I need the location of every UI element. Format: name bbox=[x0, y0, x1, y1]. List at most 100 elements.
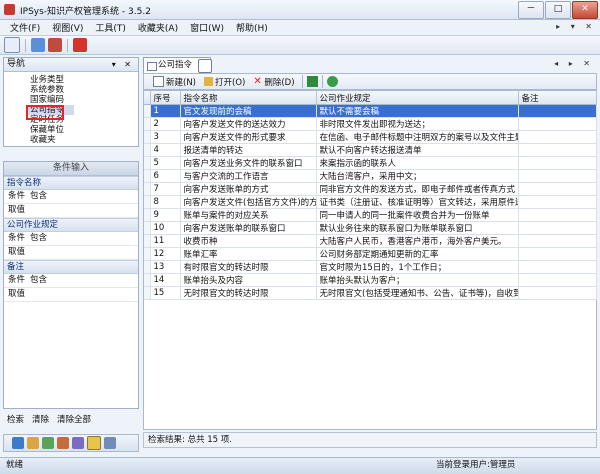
cell-no: 2 bbox=[150, 117, 181, 131]
cell-rule: 公司财务部定期通知更新的汇率 bbox=[316, 247, 519, 261]
module-case-icon[interactable] bbox=[12, 437, 24, 449]
nav-item-country-codes[interactable]: 国家编码 bbox=[30, 95, 138, 105]
cell-no: 7 bbox=[150, 182, 181, 196]
nav-item-favorites[interactable]: 收藏夹 bbox=[30, 135, 138, 145]
cell-note bbox=[518, 260, 597, 274]
condition-group-rule[interactable]: 公司作业规定 bbox=[4, 218, 138, 232]
table-row[interactable]: 10 向客户发送账单的联系窗口 默认业务往来的联系窗口为账单联系窗口 bbox=[144, 221, 597, 235]
module-more-icon[interactable] bbox=[104, 437, 116, 449]
condition-operator-select[interactable]: 包含 bbox=[30, 232, 138, 245]
clear-button[interactable]: 清除 bbox=[32, 413, 49, 425]
status-bar: 就绪 当前登录用户:管理员 bbox=[0, 457, 600, 474]
search-icon[interactable] bbox=[4, 37, 20, 53]
cell-rule: 同非官方文件的发送方式，即电子邮件或者传真方式 bbox=[316, 182, 519, 196]
toolbar-separator bbox=[301, 75, 303, 88]
cell-name: 向客户发送文件的形式要求 bbox=[180, 130, 317, 144]
instructions-table: 序号 指令名称 公司作业规定 备注 1 官文发现前的会稿 默认不需要会稿 2 向客户发送… bbox=[144, 91, 597, 300]
table-row[interactable]: 6 与客户交流的工作语言 大陆台湾客户，采用中文； bbox=[144, 169, 597, 183]
nav-panel-pin-close[interactable]: ▾ ✕ bbox=[112, 58, 134, 71]
delete-button[interactable]: ✕ 删除(D) bbox=[250, 76, 297, 88]
module-report-icon[interactable] bbox=[72, 437, 84, 449]
window-title: IPSys-知识产权管理系统 - 3.5.2 bbox=[20, 7, 151, 17]
condition-group-title[interactable]: 指令名称 bbox=[4, 176, 138, 190]
condition-value-input[interactable] bbox=[30, 204, 138, 217]
table-row[interactable]: 14 账单抬头及内容 账单抬头默认为客户； bbox=[144, 273, 597, 287]
condition-operator-select[interactable]: 包含 bbox=[30, 190, 138, 203]
refresh-icon[interactable] bbox=[326, 76, 338, 87]
content-toolbar: 新建(N) 打开(O) ✕ 删除(D) bbox=[143, 73, 597, 90]
module-settings-icon[interactable] bbox=[87, 436, 101, 450]
menu-view[interactable]: 视图(V) bbox=[46, 21, 89, 34]
menu-favorites[interactable]: 收藏夹(A) bbox=[132, 21, 184, 34]
nav-item-depository[interactable]: 保藏单位 bbox=[30, 125, 138, 135]
delete-x-icon: ✕ bbox=[253, 76, 262, 87]
export-excel-icon[interactable] bbox=[306, 76, 318, 87]
table-row[interactable]: 8 向客户发送文件(包括官方文件)的方式 证书类（注册证、核准证明等）官文转达，采用… bbox=[144, 195, 597, 209]
close-button[interactable]: ✕ bbox=[572, 1, 598, 19]
condition-value-input[interactable] bbox=[30, 246, 138, 259]
menu-help[interactable]: 帮助(H) bbox=[230, 21, 274, 34]
cell-note bbox=[518, 221, 597, 235]
condition-group-note[interactable]: 备注 bbox=[4, 260, 138, 274]
cell-rule: 默认不需要会稿 bbox=[316, 104, 519, 118]
mdi-controls[interactable]: ▸ ▾ ✕ bbox=[556, 22, 596, 31]
table-row[interactable]: 9 账单与案件的对应关系 同一申请人的同一批案件收费合并为一份账单 bbox=[144, 208, 597, 222]
title-bar: IPSys-知识产权管理系统 - 3.5.2 － □ ✕ bbox=[0, 0, 600, 20]
table-header-row: 序号 指令名称 公司作业规定 备注 bbox=[144, 91, 597, 105]
column-header-no[interactable]: 序号 bbox=[150, 91, 181, 105]
table-row[interactable]: 3 向客户发送文件的形式要求 在信函、电子邮件标题中注明双方的案号以及文件主题； bbox=[144, 130, 597, 144]
module-finance-icon[interactable] bbox=[42, 437, 54, 449]
disconnect-icon[interactable] bbox=[48, 38, 62, 52]
nav-item-business-type[interactable]: 业务类型 bbox=[30, 75, 138, 85]
table-row[interactable]: 5 向客户发送业务文件的联系窗口 来案指示函的联系人 bbox=[144, 156, 597, 170]
module-switcher bbox=[3, 434, 139, 452]
condition-label: 条件 bbox=[8, 191, 26, 201]
cell-rule: 官文时限为15日的，1个工作日； bbox=[316, 260, 519, 274]
cell-name: 向客户发送文件的送达效力 bbox=[180, 117, 317, 131]
toolbar-separator bbox=[67, 38, 68, 52]
cell-name: 账单抬头及内容 bbox=[180, 273, 317, 287]
table-row[interactable]: 2 向客户发送文件的送达效力 非时限文件发出即视为送达； bbox=[144, 117, 597, 131]
cell-rule: 大陆台湾客户，采用中文； bbox=[316, 169, 519, 183]
column-header-rule[interactable]: 公司作业规定 bbox=[316, 91, 519, 105]
table-row[interactable]: 15无时限官文的转达时限无时限官文(包括受理通知书、公告、证书等)，自收到日起2… bbox=[144, 286, 597, 300]
table-row[interactable]: 1 官文发现前的会稿 默认不需要会稿 bbox=[144, 104, 597, 118]
cell-no: 9 bbox=[150, 208, 181, 222]
module-customer-icon[interactable] bbox=[27, 437, 39, 449]
cell-name: 向客户发送业务文件的联系窗口 bbox=[180, 156, 317, 170]
clear-all-button[interactable]: 清除全部 bbox=[57, 413, 91, 425]
cell-note bbox=[518, 143, 597, 157]
cell-note bbox=[518, 286, 597, 300]
condition-operator-select[interactable]: 包含 bbox=[30, 274, 138, 287]
menu-file[interactable]: 文件(F) bbox=[4, 21, 46, 34]
nav-item-system-params[interactable]: 系统参数 bbox=[30, 85, 138, 95]
table-row[interactable]: 4 报送清单的转达 默认不向客户转达报送清单 bbox=[144, 143, 597, 157]
menu-window[interactable]: 窗口(W) bbox=[184, 21, 230, 34]
open-button[interactable]: 打开(O) bbox=[201, 76, 248, 88]
document-tabs: 公司指令 ◂ ▸ ✕ bbox=[143, 57, 597, 73]
module-document-icon[interactable] bbox=[57, 437, 69, 449]
search-button[interactable]: 检索 bbox=[7, 413, 24, 425]
menu-tools[interactable]: 工具(T) bbox=[89, 21, 132, 34]
cell-no: 1 bbox=[150, 104, 181, 118]
tab-nav-controls[interactable]: ◂ ▸ ✕ bbox=[554, 59, 594, 68]
maximize-button[interactable]: □ bbox=[545, 1, 571, 19]
cell-no: 10 bbox=[150, 221, 181, 235]
new-button[interactable]: 新建(N) bbox=[150, 76, 199, 88]
table-row[interactable]: 7 向客户发送账单的方式 同非官方文件的发送方式，即电子邮件或者传真方式 bbox=[144, 182, 597, 196]
exit-icon[interactable] bbox=[73, 38, 87, 52]
table-row[interactable]: 13 有时限官文的转达时限 官文时限为15日的，1个工作日； bbox=[144, 260, 597, 274]
navigation-panel: 导航 ▾ ✕ 业务类型 系统参数 国家编码 公司指令 定时任务 保藏单位 收藏夹 bbox=[3, 57, 139, 147]
table-row[interactable]: 12 账单汇率 公司财务部定期通知更新的汇率 bbox=[144, 247, 597, 261]
condition-value-input[interactable] bbox=[30, 288, 138, 301]
column-header-note[interactable]: 备注 bbox=[518, 91, 597, 105]
cell-rule: 同一申请人的同一批案件收费合并为一份账单 bbox=[316, 208, 519, 222]
cell-rule: 默认业务往来的联系窗口为账单联系窗口 bbox=[316, 221, 519, 235]
new-tab-icon[interactable] bbox=[198, 59, 212, 73]
tab-label: 公司指令 bbox=[158, 60, 193, 70]
connect-icon[interactable] bbox=[31, 38, 45, 52]
table-row[interactable]: 11 收费币种 大陆客户人民币，香港客户港币，海外客户美元。 bbox=[144, 234, 597, 248]
minimize-button[interactable]: － bbox=[518, 1, 544, 19]
column-header-name[interactable]: 指令名称 bbox=[180, 91, 317, 105]
cell-no: 13 bbox=[150, 260, 181, 274]
